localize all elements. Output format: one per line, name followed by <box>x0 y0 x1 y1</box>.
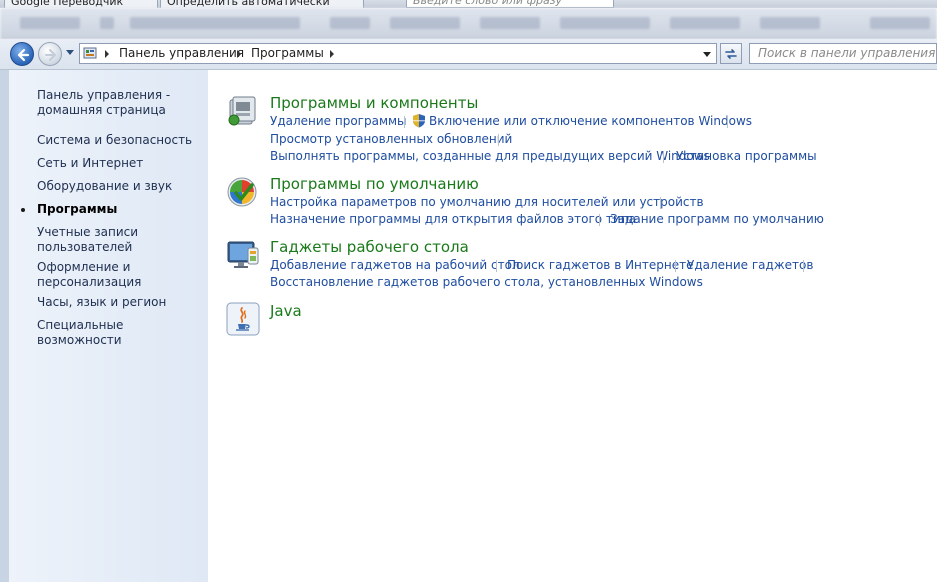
link-divider <box>675 260 676 272</box>
active-bullet-icon <box>21 208 25 212</box>
refresh-button[interactable] <box>720 43 742 64</box>
refresh-icon <box>725 49 737 59</box>
browser-tab[interactable]: Google Переводчик <box>4 0 158 8</box>
address-bar[interactable]: Панель управления Программы <box>79 43 717 64</box>
uninstall-program-link[interactable]: Удаление программы <box>270 114 407 129</box>
sidebar-item-hardware-sound[interactable]: Оборудование и звук <box>37 179 207 194</box>
sidebar-item-appearance[interactable]: Оформление и персонализация <box>37 260 207 290</box>
link-divider <box>663 151 664 163</box>
autoplay-defaults-link[interactable]: Настройка параметров по умолчанию для но… <box>270 195 704 210</box>
uac-shield-icon <box>413 114 425 128</box>
sidebar-item-system-security[interactable]: Система и безопасность <box>37 133 207 148</box>
control-panel-icon <box>83 47 97 59</box>
breadcrumb-programs[interactable]: Программы <box>251 44 324 63</box>
forward-arrow-icon <box>45 49 56 61</box>
back-button[interactable] <box>10 42 34 66</box>
link-divider <box>496 260 497 272</box>
uninstall-gadgets-link[interactable]: Удаление гаджетов <box>687 258 813 273</box>
category-title[interactable]: Гаджеты рабочего стола <box>270 238 469 256</box>
category-title[interactable]: Java <box>270 302 302 320</box>
link-divider <box>727 116 728 128</box>
navigation-bar: Панель управления Программы Поиск в пане… <box>0 39 937 70</box>
link-divider <box>498 134 499 146</box>
category-title[interactable]: Программы по умолчанию <box>270 175 479 193</box>
link-divider <box>803 260 804 272</box>
recent-pages-dropdown[interactable] <box>66 50 74 55</box>
sidebar-item-network[interactable]: Сеть и Интернет <box>37 156 207 171</box>
bookmarks-bar <box>0 8 937 39</box>
breadcrumb-separator-icon[interactable] <box>237 50 241 58</box>
file-association-link[interactable]: Назначение программы для открытия файлов… <box>270 212 636 227</box>
sidebar-item-accessibility[interactable]: Специальные возможности <box>37 318 207 348</box>
translate-input[interactable]: Введите слово или фразу <box>406 0 614 8</box>
main-content: Программы и компоненты Удаление программ… <box>208 70 937 582</box>
sidebar-item-programs[interactable]: Программы <box>37 202 207 217</box>
install-program-link[interactable]: Установка программы <box>676 149 817 164</box>
search-input[interactable]: Поиск в панели управления <box>749 43 937 64</box>
add-gadgets-link[interactable]: Добавление гаджетов на рабочий стол <box>270 258 520 273</box>
link-divider <box>404 116 405 128</box>
compatibility-link[interactable]: Выполнять программы, созданные для преды… <box>270 149 710 164</box>
link-divider <box>660 197 661 209</box>
breadcrumb-control-panel[interactable]: Панель управления <box>119 44 244 63</box>
find-gadgets-online-link[interactable]: Поиск гаджетов в Интернете <box>507 258 694 273</box>
programs-features-icon[interactable] <box>226 94 260 128</box>
set-defaults-link[interactable]: Задание программ по умолчанию <box>610 212 824 227</box>
restore-gadgets-link[interactable]: Восстановление гаджетов рабочего стола, … <box>270 275 703 290</box>
view-updates-link[interactable]: Просмотр установленных обновлений <box>270 132 512 147</box>
link-divider <box>599 214 600 226</box>
sidebar-item-clock-region[interactable]: Часы, язык и регион <box>37 295 207 310</box>
sidebar-item-home[interactable]: Панель управления - домашняя страница <box>37 88 207 118</box>
desktop-gadgets-icon[interactable] <box>226 238 260 272</box>
breadcrumb-separator-icon[interactable] <box>330 50 334 58</box>
back-arrow-icon <box>17 48 30 62</box>
forward-button[interactable] <box>38 42 62 66</box>
left-nav-pane: Панель управления - домашняя страница Си… <box>0 70 208 582</box>
breadcrumb-separator-icon[interactable] <box>105 50 109 58</box>
java-icon[interactable] <box>226 302 260 336</box>
sidebar-item-user-accounts[interactable]: Учетные записи пользователей <box>37 225 207 255</box>
default-programs-icon[interactable] <box>226 175 260 209</box>
browser-tab-strip: Google Переводчик Определить автоматичес… <box>0 0 937 8</box>
windows-features-link[interactable]: Включение или отключение компонентов Win… <box>429 114 752 129</box>
browser-tab[interactable]: Определить автоматически <box>160 0 364 8</box>
category-title[interactable]: Программы и компоненты <box>270 94 478 112</box>
address-dropdown-icon[interactable] <box>703 52 711 57</box>
